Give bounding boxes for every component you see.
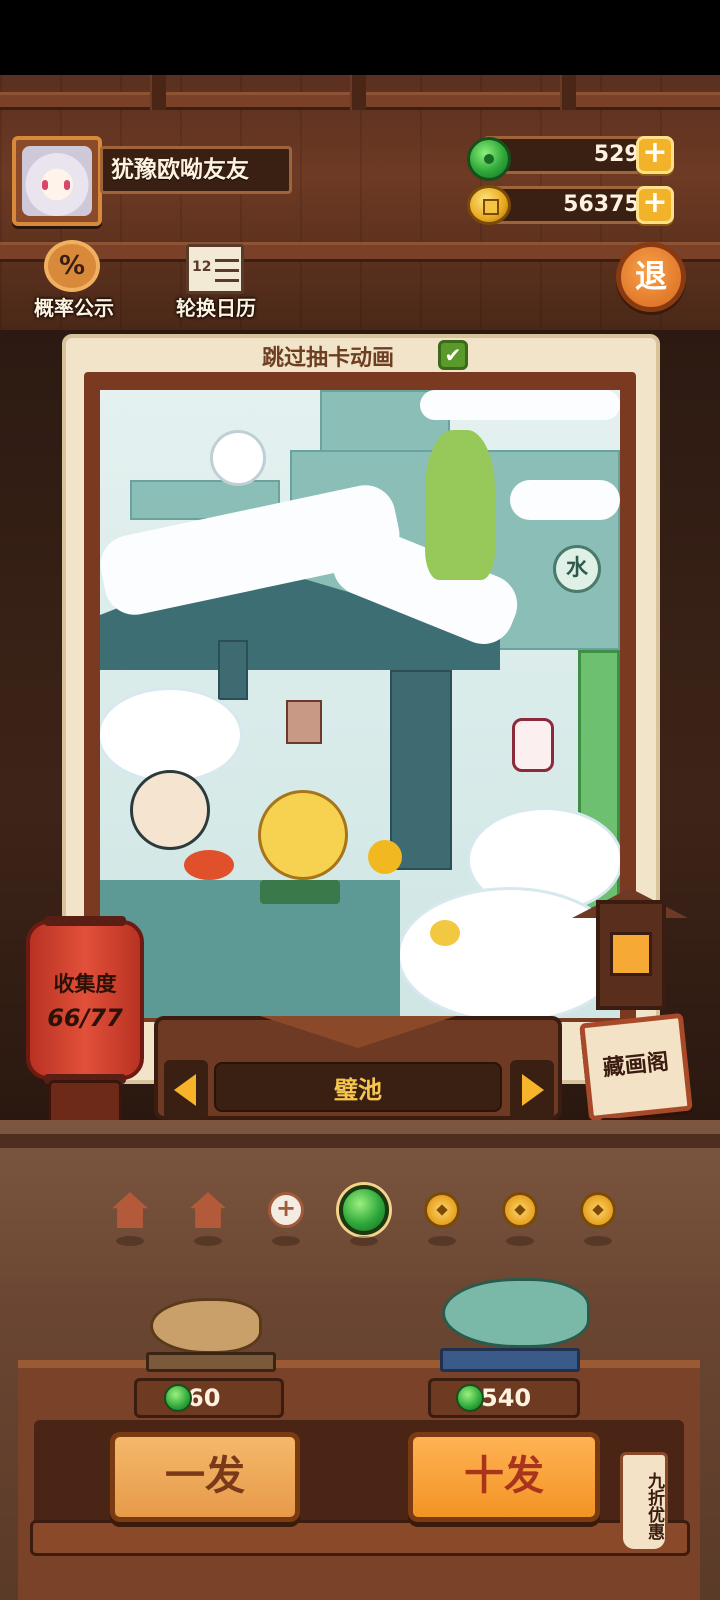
bather-character — [130, 770, 210, 850]
rafter — [350, 75, 366, 110]
calendar-line — [215, 279, 239, 282]
rate-disclosure-label[interactable]: 概率公示 — [24, 292, 124, 321]
hot-spring-water — [100, 880, 400, 1018]
tomato-plate — [184, 850, 234, 880]
calendar-line — [215, 269, 239, 272]
counter-base — [30, 1520, 690, 1556]
avatar-eye — [64, 180, 70, 190]
rafter — [150, 75, 166, 110]
water-sign: 水 — [553, 545, 601, 593]
discount-tag: 九折优惠 — [620, 1452, 668, 1552]
painting-pillar — [390, 670, 452, 870]
status-bar — [0, 0, 720, 75]
dot-shadow — [428, 1236, 456, 1246]
skip-animation-label: 跳过抽卡动画 — [262, 346, 395, 371]
calendar-line — [215, 259, 239, 262]
lamp-light — [610, 932, 652, 976]
collection-lantern[interactable] — [26, 916, 144, 1084]
next-pool-button[interactable] — [510, 1060, 554, 1120]
rotation-calendar-label[interactable]: 轮换日历 — [166, 292, 266, 321]
hanging-tag — [286, 700, 322, 744]
gold-coin-icon — [467, 185, 511, 225]
steam-cloud — [400, 890, 620, 1018]
rafter — [560, 75, 576, 110]
dot-shadow — [194, 1236, 222, 1246]
painting-snow — [420, 390, 620, 420]
painting-snow — [510, 480, 620, 520]
pool-name: 璧池 — [334, 1076, 382, 1104]
dot-shadow — [584, 1236, 612, 1246]
floor-shelf — [0, 1134, 720, 1148]
yellow-chick — [368, 840, 402, 874]
pool-dot-plus-icon[interactable]: + — [268, 1192, 304, 1228]
blond-character — [258, 790, 348, 880]
header-beam — [0, 242, 720, 262]
dot-shadow — [506, 1236, 534, 1246]
collection-progress: 66/77 — [47, 1004, 123, 1032]
hanging-lantern — [512, 718, 554, 772]
lantern-cap — [44, 916, 126, 926]
dot-shadow — [272, 1236, 300, 1246]
avatar-portrait — [22, 146, 92, 216]
exit-button[interactable]: 退 — [616, 242, 686, 312]
skip-animation-checkbox[interactable]: ✔ — [438, 340, 468, 370]
dot-shadow — [116, 1236, 144, 1246]
pool-dot-coin-icon[interactable] — [580, 1192, 616, 1228]
avatar-eye — [42, 180, 48, 190]
yellow-chick — [430, 920, 460, 946]
calendar-icon[interactable]: 12 — [186, 244, 244, 294]
ten-draw-button[interactable]: 十发 — [408, 1432, 600, 1522]
gallery-button[interactable]: 藏画阁 — [579, 1012, 693, 1122]
chevron-right-icon — [522, 1074, 544, 1106]
single-draw-price: 60 — [134, 1378, 284, 1418]
green-book — [260, 880, 340, 904]
avatar[interactable] — [12, 136, 102, 226]
prev-pool-button[interactable] — [164, 1060, 208, 1120]
white-cat — [210, 430, 266, 486]
dot-shadow — [350, 1236, 378, 1246]
single-draw-fish-icon — [150, 1298, 262, 1354]
tea-spirit — [425, 430, 495, 580]
pool-dot-coin-icon[interactable] — [424, 1192, 460, 1228]
add-coins-button[interactable]: + — [636, 186, 674, 224]
collection-label: 收集度 — [53, 972, 117, 996]
calendar-number: 12 — [192, 259, 212, 275]
shrine-lamp — [596, 900, 666, 1010]
pool-painting: 水 — [100, 390, 620, 1018]
chevron-left-icon — [174, 1074, 196, 1106]
ten-draw-price: 540 — [428, 1378, 580, 1418]
pool-dot-jade-icon[interactable] — [339, 1185, 389, 1235]
pool-dot-coin-icon[interactable] — [502, 1192, 538, 1228]
painting-pillar — [218, 640, 248, 700]
steam-cloud — [100, 690, 240, 780]
rate-gear-icon[interactable]: % — [44, 240, 100, 292]
jade-coin-icon — [456, 1384, 484, 1412]
add-jade-button[interactable]: + — [636, 136, 674, 174]
player-name: 犹豫欧呦友友 — [100, 146, 292, 194]
ten-draw-fish-icon — [442, 1278, 590, 1348]
single-draw-button[interactable]: 一发 — [110, 1432, 300, 1522]
book-stack — [440, 1348, 580, 1372]
jade-coin-icon — [164, 1384, 192, 1412]
book-stack — [146, 1352, 276, 1372]
jade-coin-icon — [467, 137, 511, 181]
